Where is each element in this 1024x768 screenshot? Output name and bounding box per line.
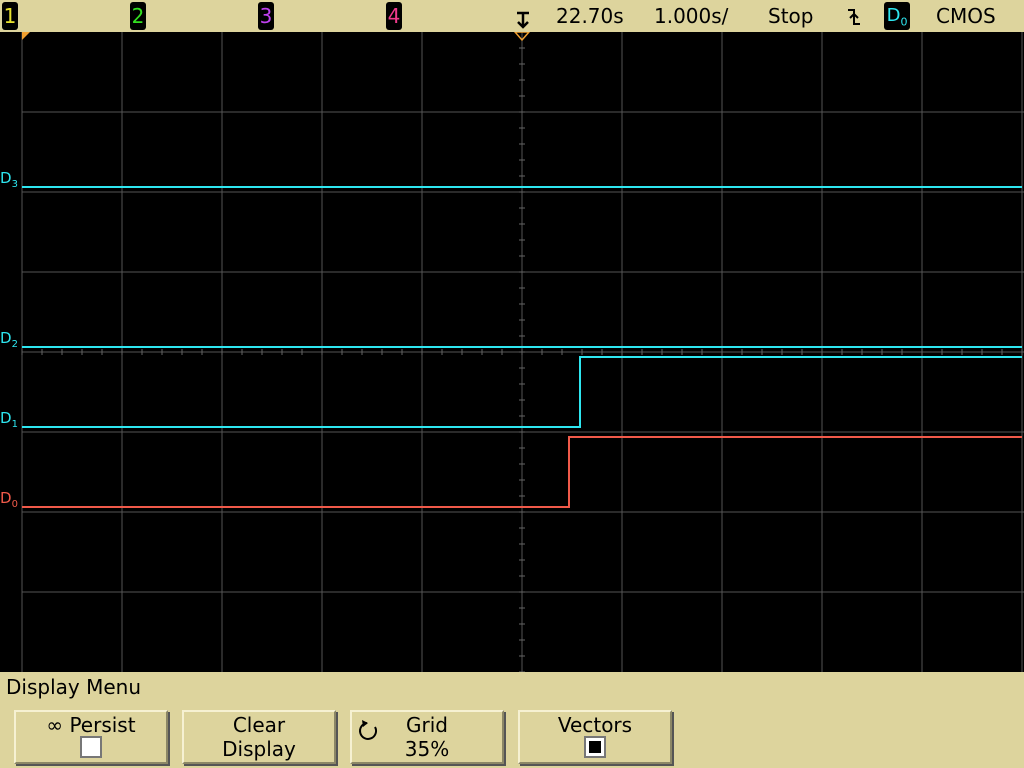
falling-edge-icon (848, 9, 860, 25)
waveform-display[interactable]: D3 D2 D1 D0 (0, 32, 1024, 672)
channel-1-label: 1 (3, 4, 17, 28)
trigger-source-sub: 0 (900, 15, 908, 29)
persist-checkbox[interactable] (80, 736, 102, 758)
grid-label: Grid (406, 713, 448, 737)
persist-softkey[interactable]: ∞ Persist (14, 710, 168, 764)
channel-label-d2: D2 (0, 331, 18, 352)
channel-4-label: 4 (387, 4, 401, 28)
trigger-position-icon (517, 11, 529, 29)
grid-softkey[interactable]: Grid 35% (350, 710, 504, 764)
status-bar: 1 2 3 4 22.70s 1.000s/ Stop D0 CMOS (0, 0, 1024, 32)
channel-label-index: 0 (11, 499, 18, 510)
channel-label-letter: D (0, 329, 12, 347)
grid-lines (21, 32, 1024, 672)
channel-4-button[interactable]: 4 (386, 2, 402, 30)
channel-label-letter: D (0, 409, 12, 427)
graticule (21, 32, 1024, 672)
channel-label-d0: D0 (0, 491, 18, 512)
channel-3-button[interactable]: 3 (258, 2, 274, 30)
grid-value: 35% (404, 737, 450, 761)
display-menu: Display Menu ∞ Persist Clear Display Gri… (0, 672, 1024, 768)
menu-title: Display Menu (6, 675, 141, 699)
channel-label-index: 1 (11, 419, 18, 430)
vectors-checkbox[interactable] (584, 736, 606, 758)
channel-label-letter: D (0, 489, 12, 507)
clear-display-softkey[interactable]: Clear Display (182, 710, 336, 764)
clear-display-line1: Clear (232, 713, 286, 737)
channel-3-label: 3 (259, 4, 273, 28)
channel-label-d3: D3 (0, 171, 18, 192)
time-reference-marker (22, 32, 30, 40)
clear-display-line2: Display (222, 737, 296, 761)
vectors-label: Vectors (557, 713, 633, 737)
channel-label-d1: D1 (0, 411, 18, 432)
channel-label-index: 3 (11, 179, 18, 190)
vectors-softkey[interactable]: Vectors (518, 710, 672, 764)
persist-label: ∞ Persist (46, 713, 136, 737)
run-state: Stop (768, 4, 814, 28)
channel-2-button[interactable]: 2 (130, 2, 146, 30)
time-reference: 22.70s (556, 4, 624, 28)
time-per-division: 1.000s/ (654, 4, 729, 28)
channel-1-button[interactable]: 1 (2, 2, 18, 30)
logic-family: CMOS (936, 4, 996, 28)
channel-2-label: 2 (131, 4, 145, 28)
channel-label-letter: D (0, 169, 12, 187)
trigger-source-badge: D0 (884, 2, 910, 30)
channel-label-index: 2 (11, 339, 18, 350)
trigger-source: D (886, 5, 901, 26)
